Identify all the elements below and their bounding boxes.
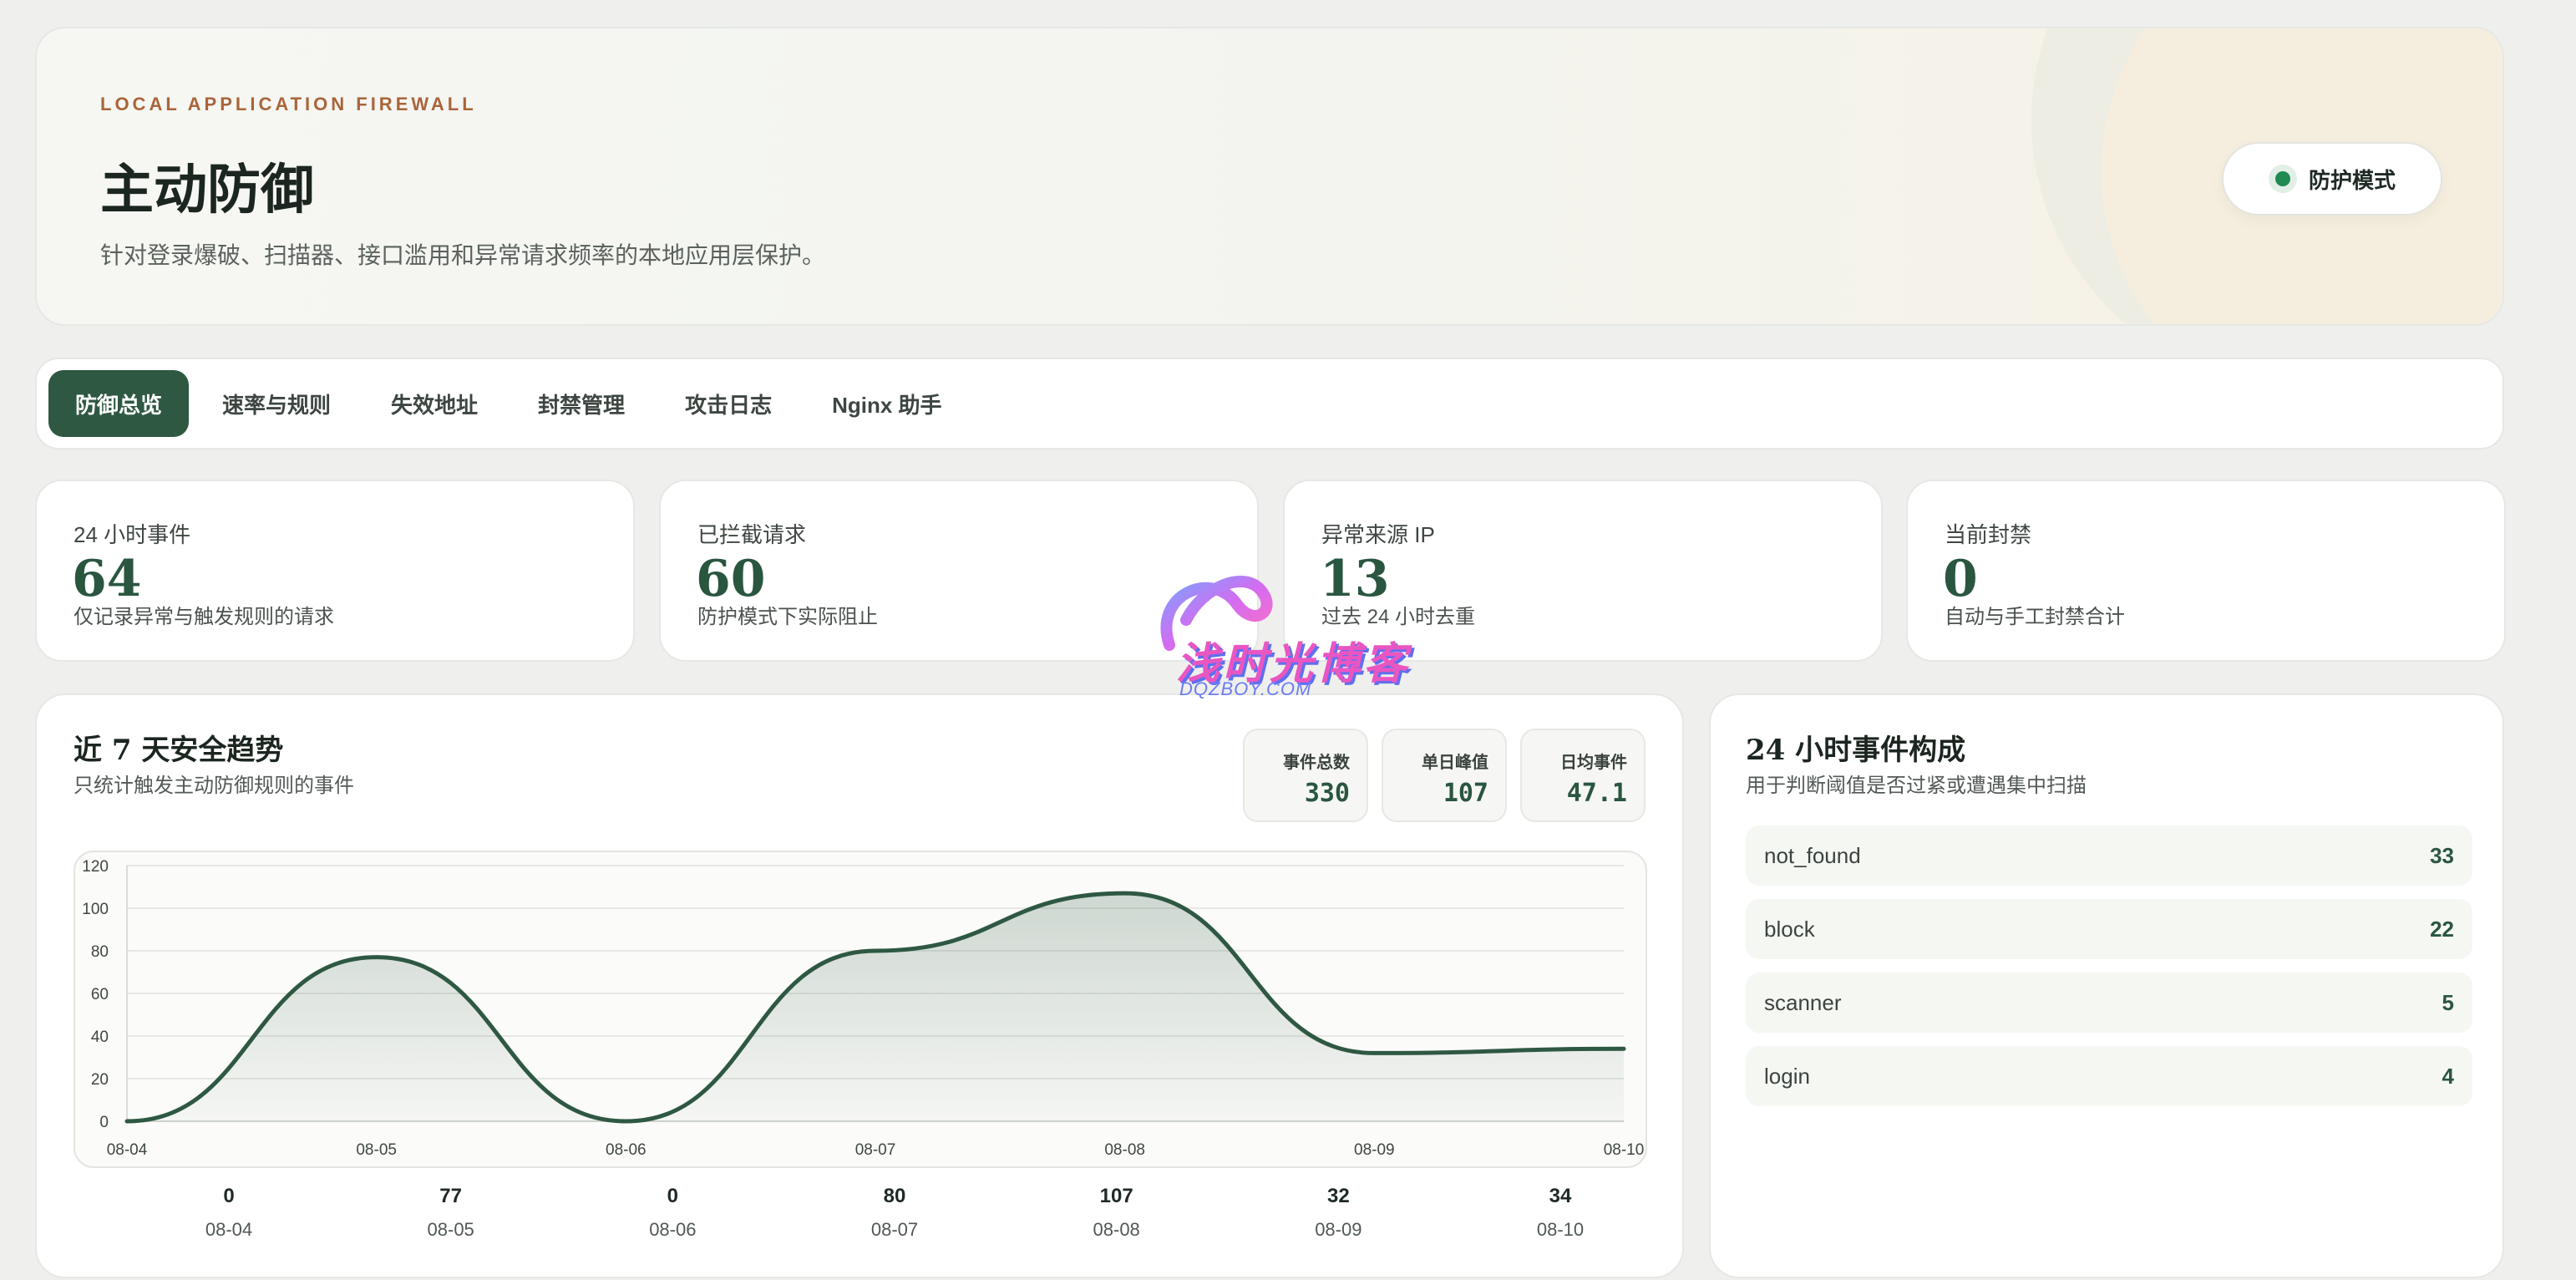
stat-card-current-bans: 当前封禁 0 自动与手工封禁合计: [1906, 480, 2506, 662]
protection-mode-label: 防护模式: [2308, 167, 2396, 193]
trend-chart: 0 20 40 60 80 100 120 08-04 08-05 08-06 08-07 08-08…: [74, 851, 1647, 1168]
composition-item: login 4: [1746, 1046, 2472, 1106]
stat-desc: 仅记录异常与触发规则的请求: [74, 606, 334, 628]
tab-ban-management[interactable]: 封禁管理: [511, 370, 652, 437]
composition-item-name: not_found: [1764, 842, 1861, 868]
x-tick-label: 08-04: [107, 1141, 148, 1159]
hero-kicker: LOCAL APPLICATION FIREWALL: [100, 94, 477, 114]
composition-item-name: scanner: [1764, 989, 1842, 1015]
metric-total-events: 事件总数 330: [1243, 729, 1368, 822]
trend-chart-svg: 0 20 40 60 80 100 120 08-04 08-05 08-06 08-07 08-08…: [82, 858, 1645, 1159]
composition-item: not_found 33: [1746, 825, 2472, 886]
daily-value: 0: [223, 1185, 235, 1207]
stat-label: 已拦截请求: [697, 522, 807, 547]
tab-nginx-helper[interactable]: Nginx 助手: [805, 370, 968, 437]
status-dot-icon: [2268, 165, 2297, 193]
x-tick-label: 08-07: [855, 1141, 896, 1159]
composition-item-name: block: [1764, 916, 1815, 942]
protection-mode-badge[interactable]: 防护模式: [2222, 142, 2442, 216]
daily-date: 08-07: [870, 1219, 919, 1240]
metric-value: 330: [1304, 779, 1350, 808]
composition-subtitle: 用于判断阈值是否过紧或遭遇集中扫描: [1746, 775, 2087, 797]
trend-title: 近 7 天安全趋势: [74, 734, 284, 767]
tab-attack-log[interactable]: 攻击日志: [658, 370, 799, 437]
daily-date: 08-09: [1315, 1219, 1362, 1240]
metric-value: 47.1: [1566, 779, 1627, 808]
metric-daily-average: 日均事件 47.1: [1520, 729, 1645, 822]
y-tick-label: 40: [91, 1029, 109, 1046]
daily-date: 08-08: [1093, 1219, 1140, 1240]
daily-value: 80: [883, 1185, 906, 1207]
stat-desc: 防护模式下实际阻止: [697, 606, 878, 628]
page-title: 主动防御: [100, 159, 314, 221]
daily-value: 77: [439, 1185, 462, 1207]
stat-card-events-24h: 24 小时事件 64 仅记录异常与触发规则的请求: [35, 480, 635, 662]
x-tick-label: 08-06: [606, 1141, 647, 1159]
daily-date: 08-05: [427, 1219, 474, 1240]
tab-rate-rules[interactable]: 速率与规则: [195, 370, 357, 437]
daily-value: 0: [667, 1185, 678, 1207]
x-tick-label: 08-09: [1354, 1141, 1395, 1159]
x-tick-label: 08-05: [356, 1141, 397, 1159]
y-tick-label: 80: [91, 943, 109, 961]
stat-label: 24 小时事件: [74, 522, 191, 547]
metric-label: 日均事件: [1560, 754, 1627, 772]
daily-date: 08-06: [649, 1219, 697, 1240]
daily-value: 32: [1326, 1185, 1350, 1207]
composition-item: scanner 5: [1746, 973, 2472, 1033]
y-tick-label: 20: [91, 1071, 109, 1089]
stat-label: 当前封禁: [1945, 522, 2032, 547]
x-tick-label: 08-08: [1104, 1141, 1145, 1159]
daily-value-item: 32 08-09: [1271, 1180, 1405, 1247]
y-tick-label: 100: [82, 901, 109, 918]
page-subtitle: 针对登录爆破、扫描器、接口滥用和异常请求频率的本地应用层保护。: [100, 242, 826, 268]
trend-panel: 近 7 天安全趋势 只统计触发主动防御规则的事件 事件总数 330 单日峰值 1…: [35, 693, 1684, 1278]
stat-desc: 自动与手工封禁合计: [1945, 606, 2125, 628]
composition-title: 24 小时事件构成: [1746, 734, 1966, 767]
y-tick-label: 60: [91, 986, 109, 1003]
composition-item-count: 33: [2430, 842, 2454, 868]
composition-panel: 24 小时事件构成 用于判断阈值是否过紧或遭遇集中扫描 not_found 33…: [1709, 693, 2504, 1278]
series-area: [127, 893, 1624, 1121]
y-tick-label: 120: [82, 858, 109, 876]
daily-values-row: 0 08-04 77 08-05 0 08-06 80 08-07 107 08-08 32 08-0…: [117, 1180, 1672, 1247]
daily-value: 34: [1549, 1185, 1572, 1207]
daily-value-item: 34 08-10: [1493, 1180, 1627, 1247]
daily-value: 107: [1099, 1185, 1133, 1207]
metric-value: 107: [1443, 779, 1488, 808]
daily-date: 08-10: [1536, 1219, 1585, 1240]
watermark-logo: 浅时光博客 DQZBOY.COM: [1136, 561, 1445, 703]
composition-item-count: 4: [2442, 1063, 2454, 1089]
daily-value-item: 77 08-05: [384, 1180, 518, 1247]
daily-value-item: 107 08-08: [1050, 1180, 1184, 1247]
daily-date: 08-04: [205, 1219, 253, 1240]
daily-value-item: 0 08-06: [606, 1180, 739, 1247]
watermark-subtext: DQZBOY.COM: [1179, 678, 1312, 699]
tab-overview[interactable]: 防御总览: [48, 370, 190, 437]
x-tick-label: 08-10: [1604, 1141, 1645, 1159]
stat-label: 异常来源 IP: [1321, 522, 1435, 547]
y-tick-label: 0: [99, 1114, 109, 1131]
composition-item-count: 22: [2430, 916, 2454, 942]
metric-label: 事件总数: [1283, 754, 1350, 772]
composition-item-name: login: [1764, 1063, 1810, 1089]
metric-label: 单日峰值: [1422, 754, 1488, 772]
daily-value-item: 80 08-07: [828, 1180, 961, 1247]
tab-dead-urls[interactable]: 失效地址: [364, 370, 505, 437]
tab-bar: 防御总览 速率与规则 失效地址 封禁管理 攻击日志 Nginx 助手: [35, 358, 2504, 450]
hero-banner: LOCAL APPLICATION FIREWALL 主动防御 针对登录爆破、扫…: [35, 27, 2504, 326]
composition-item: block 22: [1746, 899, 2472, 959]
metric-daily-peak: 单日峰值 107: [1382, 729, 1507, 822]
daily-value-item: 0 08-04: [162, 1180, 296, 1247]
trend-subtitle: 只统计触发主动防御规则的事件: [74, 775, 354, 797]
composition-item-count: 5: [2442, 989, 2454, 1015]
